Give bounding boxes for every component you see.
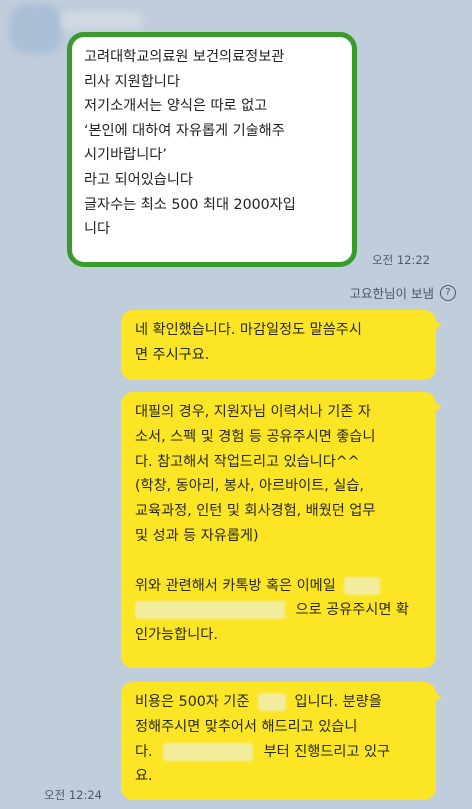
- sent-by-label: 고요한님이 보냄: [349, 286, 434, 301]
- line-text: 부터 진행드리고 있구: [263, 743, 391, 760]
- message-line: 글자수는 최소 500 최대 2000자입: [84, 196, 296, 213]
- sender-avatar[interactable]: [10, 5, 62, 53]
- incoming-message-bubble[interactable]: 고려대학교의료원 보건의료정보관 리사 지원합니다 저기소개서는 양식은 따로 …: [67, 32, 357, 267]
- sender-name: [62, 12, 142, 30]
- message-line: 시기바랍니다’: [84, 147, 167, 164]
- message-line: 저기소개서는 양식은 따로 없고: [84, 98, 268, 115]
- message-line: 위와 관련해서 카톡방 혹은 이메일: [135, 574, 422, 599]
- message-line: 정해주시면 맞추어서 해드리고 있습니: [135, 718, 358, 735]
- message-line: 비용은 500자 기준 입니다. 분량을: [135, 690, 422, 715]
- line-text: 위와 관련해서 카톡방 혹은 이메일: [135, 577, 336, 594]
- incoming-timestamp: 오전 12:22: [372, 253, 430, 267]
- redacted-text: [135, 601, 285, 620]
- message-line: ‘본인에 대하여 자유롭게 기술해주: [84, 122, 285, 139]
- message-line: 으로 공유주시면 확: [135, 598, 422, 623]
- message-line: 인가능합니다.: [135, 627, 218, 644]
- message-line: 리사 지원합니다: [84, 73, 180, 90]
- message-line: 다. 부터 진행드리고 있구: [135, 740, 422, 765]
- message-line: 니다: [84, 221, 111, 238]
- message-line: 교육과정, 인턴 및 회사경험, 배웠던 업무: [135, 503, 376, 520]
- outgoing-message-bubble[interactable]: 대필의 경우, 지원자님 이력서나 기존 자 소서, 스펙 및 경험 등 공유주…: [121, 392, 442, 668]
- help-circle-icon[interactable]: ?: [440, 284, 456, 301]
- message-line: (학창, 동아리, 봉사, 아르바이트, 실습,: [135, 478, 364, 495]
- redacted-text: [257, 693, 286, 711]
- redacted-text: [163, 742, 254, 761]
- message-line: 다. 참고해서 작업드리고 있습니다^^: [135, 453, 360, 470]
- line-text: 다.: [135, 743, 153, 760]
- message-line: 및 성과 등 자유롭게): [135, 527, 259, 544]
- message-line: 대필의 경우, 지원자님 이력서나 기존 자: [135, 404, 371, 420]
- sent-by-note: 고요한님이 보냄 ?: [350, 283, 456, 302]
- message-line: 라고 되어있습니다: [84, 171, 193, 188]
- redacted-text: [344, 576, 381, 595]
- message-line: 면 주시구요.: [135, 346, 210, 363]
- line-text: 비용은 500자 기준: [135, 694, 250, 710]
- line-text: 으로 공유주시면 확: [295, 602, 409, 619]
- outgoing-timestamp: 오전 12:24: [44, 788, 102, 802]
- message-line: 소서, 스펙 및 경험 등 공유주시면 좋습니: [135, 428, 376, 445]
- message-line: 네 확인했습니다. 마감일정도 말씀주시: [135, 322, 362, 338]
- outgoing-message-bubble[interactable]: 네 확인했습니다. 마감일정도 말씀주시 면 주시구요.: [121, 310, 442, 380]
- message-line: 요.: [135, 768, 153, 785]
- message-line: 고려대학교의료원 보건의료정보관: [84, 49, 285, 65]
- line-text: 입니다. 분량을: [294, 694, 382, 710]
- outgoing-message-bubble[interactable]: 비용은 500자 기준 입니다. 분량을 정해주시면 맞추어서 해드리고 있습니…: [121, 682, 442, 800]
